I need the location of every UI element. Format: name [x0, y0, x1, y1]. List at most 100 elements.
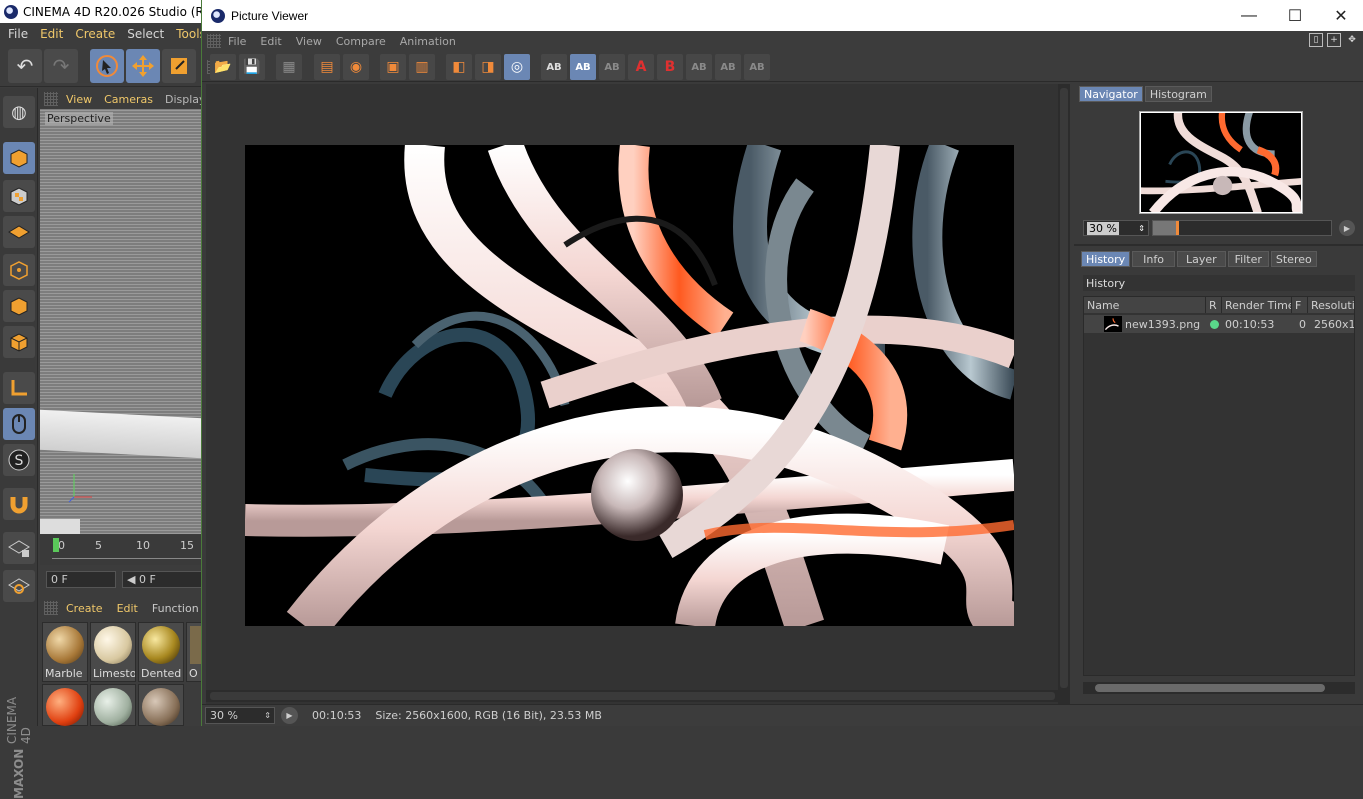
- stepper-arrows-icon[interactable]: ⇕: [1138, 224, 1145, 233]
- ab-compare-icon[interactable]: AB: [541, 54, 567, 80]
- view-icon[interactable]: ◧: [446, 54, 472, 80]
- panel-grip-icon[interactable]: [44, 601, 58, 615]
- timeline-ruler[interactable]: 0 5 10 15: [52, 539, 202, 559]
- material-swatch[interactable]: O: [186, 622, 204, 682]
- tab-layer[interactable]: Layer: [1176, 251, 1226, 267]
- horizontal-scrollbar-thumb[interactable]: [210, 692, 1055, 700]
- ab-swap-icon[interactable]: AB: [686, 54, 712, 80]
- menu-file[interactable]: File: [8, 27, 28, 41]
- ab-diff-icon[interactable]: AB: [715, 54, 741, 80]
- maximize-button[interactable]: ☐: [1272, 0, 1318, 31]
- snap-icon[interactable]: S: [3, 444, 35, 476]
- material-swatch[interactable]: [42, 684, 88, 726]
- pv-menu-compare[interactable]: Compare: [336, 35, 386, 48]
- new-panel-icon[interactable]: +: [1327, 33, 1341, 47]
- ab-split-icon[interactable]: AB: [570, 54, 596, 80]
- ab-overlay-icon[interactable]: AB: [599, 54, 625, 80]
- viewport-menu-view[interactable]: View: [66, 93, 92, 106]
- material-swatch[interactable]: [138, 684, 184, 726]
- save-icon[interactable]: 💾: [239, 54, 265, 80]
- panel-divider[interactable]: [1074, 244, 1363, 246]
- navigator-zoom-slider-knob[interactable]: [1176, 221, 1179, 235]
- tab-info[interactable]: Info: [1132, 251, 1175, 267]
- export-icon[interactable]: ▥: [409, 54, 435, 80]
- timeline[interactable]: 0 5 10 15: [40, 535, 202, 565]
- navigator-zoom-reset-icon[interactable]: ▶: [1339, 220, 1355, 236]
- ab-text-icon[interactable]: AB: [744, 54, 770, 80]
- locked-workplane-icon[interactable]: [3, 532, 35, 564]
- tab-histogram[interactable]: Histogram: [1144, 86, 1212, 102]
- material-swatch[interactable]: Marble: [42, 622, 88, 682]
- magnet-icon[interactable]: [3, 488, 35, 520]
- tweak-mode-icon[interactable]: [3, 408, 35, 440]
- grid-icon[interactable]: ▦: [276, 54, 302, 80]
- navigator-view-frame[interactable]: [1140, 112, 1302, 213]
- vertical-scrollbar-thumb[interactable]: [1060, 88, 1068, 688]
- column-f[interactable]: F: [1292, 297, 1308, 313]
- render-to-pv-icon[interactable]: ▣: [380, 54, 406, 80]
- open-icon[interactable]: 📂: [210, 54, 236, 80]
- undo-icon[interactable]: ↶: [8, 49, 42, 83]
- move-icon[interactable]: [126, 49, 160, 83]
- stepper-arrows-icon[interactable]: ⇕: [264, 711, 271, 720]
- column-render-time[interactable]: Render Time: [1222, 297, 1292, 313]
- workplane-icon[interactable]: [3, 216, 35, 248]
- render-settings-icon[interactable]: ◉: [343, 54, 369, 80]
- zoom-field[interactable]: 30 % ⇕: [205, 707, 275, 724]
- material-swatch[interactable]: Limestone: [90, 622, 136, 682]
- material-menu-create[interactable]: Create: [66, 602, 103, 615]
- move-panel-icon[interactable]: ✥: [1345, 33, 1359, 47]
- tab-stereo[interactable]: Stereo: [1270, 251, 1317, 267]
- column-r[interactable]: R: [1206, 297, 1222, 313]
- model-mode-icon[interactable]: [3, 142, 35, 174]
- current-frame-field[interactable]: ◀ 0 F: [122, 570, 202, 588]
- planar-workplane-icon[interactable]: [3, 570, 35, 602]
- stereo-icon[interactable]: ◎: [504, 54, 530, 80]
- minimize-button[interactable]: —: [1226, 0, 1272, 31]
- vertical-scrollbar[interactable]: [1058, 84, 1070, 704]
- image-canvas[interactable]: [206, 84, 1058, 704]
- pv-menu-view[interactable]: View: [296, 35, 322, 48]
- axis-icon[interactable]: [3, 372, 35, 404]
- navigator-preview[interactable]: [1139, 111, 1303, 214]
- scale-icon[interactable]: [162, 49, 196, 83]
- menu-create[interactable]: Create: [75, 27, 115, 41]
- render-region-icon[interactable]: ▤: [314, 54, 340, 80]
- column-resolution[interactable]: Resolution: [1308, 297, 1354, 313]
- column-name[interactable]: Name: [1084, 297, 1206, 313]
- globe-icon[interactable]: ◍: [3, 96, 35, 128]
- perspective-viewport[interactable]: Perspective: [40, 109, 202, 534]
- material-menu-function[interactable]: Function: [152, 602, 199, 615]
- texture-mode-icon[interactable]: [3, 180, 35, 212]
- viewport-menu-cameras[interactable]: Cameras: [104, 93, 153, 106]
- menu-edit[interactable]: Edit: [40, 27, 63, 41]
- pv-menu-file[interactable]: File: [228, 35, 246, 48]
- tab-history[interactable]: History: [1081, 251, 1131, 267]
- table-row[interactable]: new1393.png 00:10:53 0 2560x1600: [1084, 315, 1354, 333]
- panel-grip-icon[interactable]: [44, 92, 58, 106]
- picture-viewer-titlebar[interactable]: Picture Viewer — ☐ ✕: [202, 0, 1363, 31]
- material-menu-edit[interactable]: Edit: [117, 602, 138, 615]
- pv-menu-animation[interactable]: Animation: [400, 35, 456, 48]
- redo-icon[interactable]: ↷: [44, 49, 78, 83]
- play-icon[interactable]: ▶: [281, 707, 298, 724]
- polygons-mode-icon[interactable]: [3, 326, 35, 358]
- points-mode-icon[interactable]: [3, 254, 35, 286]
- timeline-playhead[interactable]: [53, 538, 59, 552]
- viewport-menu-display[interactable]: Display: [165, 93, 206, 106]
- close-button[interactable]: ✕: [1318, 0, 1363, 31]
- view-compare-icon[interactable]: ◨: [475, 54, 501, 80]
- navigator-zoom-slider[interactable]: [1152, 220, 1332, 236]
- tab-filter[interactable]: Filter: [1227, 251, 1269, 267]
- horizontal-scrollbar[interactable]: [206, 690, 1058, 702]
- history-scrollbar-thumb[interactable]: [1095, 684, 1325, 692]
- start-frame-field[interactable]: 0 F: [46, 570, 116, 588]
- pv-menu-edit[interactable]: Edit: [260, 35, 281, 48]
- menu-select[interactable]: Select: [127, 27, 164, 41]
- material-swatch[interactable]: Dented: [138, 622, 184, 682]
- tab-navigator[interactable]: Navigator: [1079, 86, 1143, 102]
- material-swatch[interactable]: [90, 684, 136, 726]
- history-horizontal-scrollbar[interactable]: [1083, 682, 1355, 694]
- panel-grip-icon[interactable]: [207, 34, 221, 48]
- edges-mode-icon[interactable]: [3, 290, 35, 322]
